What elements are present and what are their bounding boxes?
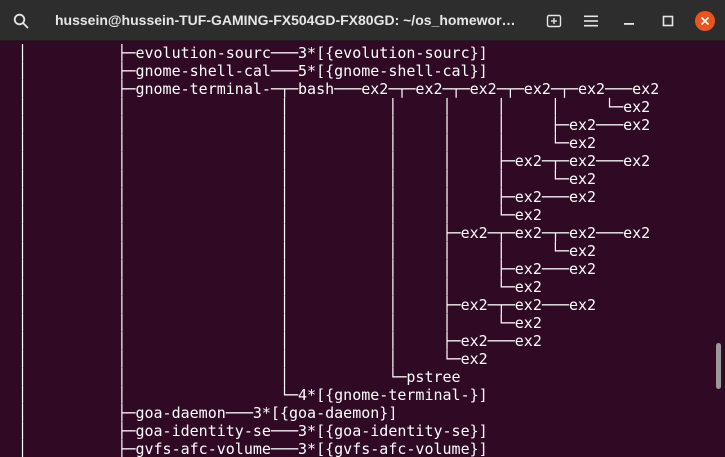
terminal-line: │ │ │ │ ├─ex2─┬─ex2───ex2 [0, 296, 597, 314]
maximize-icon [662, 15, 674, 26]
menu-button[interactable] [572, 0, 610, 41]
terminal-line: │ │ │ │ │ │ └─ex2 [0, 242, 597, 260]
title-bar: hussein@hussein-TUF-GAMING-FX504GD-FX80G… [0, 0, 725, 41]
minimize-icon [624, 22, 634, 25]
terminal-line: │ │ │ │ └─ex2 [0, 350, 488, 368]
terminal-line: │ │ │ │ │ │ │ └─ex2 [0, 98, 651, 116]
new-tab-button[interactable] [535, 0, 573, 41]
terminal-line: │ │ │ │ │ ├─ex2───ex2 [0, 260, 597, 278]
search-button[interactable] [2, 0, 40, 41]
terminal-line: │ │ └─4*[{gnome-terminal-}] [0, 386, 488, 404]
terminal-line: │ │ │ │ │ ├─ex2─┬─ex2───ex2 [0, 152, 651, 170]
terminal-line: │ │ │ │ │ │ └─ex2 [0, 134, 597, 152]
terminal-output[interactable]: │ ├─evolution-sourc───3*[{evolution-sour… [0, 41, 712, 457]
terminal-line: │ │ │ │ │ ├─ex2───ex2 [0, 188, 597, 206]
terminal-line: │ │ │ │ │ └─ex2 [0, 206, 542, 224]
terminal-line: │ │ │ │ ├─ex2───ex2 [0, 332, 542, 350]
terminal-line: │ ├─goa-identity-se───3*[{goa-identity-s… [0, 422, 488, 440]
hamburger-menu-icon [584, 15, 598, 26]
terminal-window: hussein@hussein-TUF-GAMING-FX504GD-FX80G… [0, 0, 725, 457]
close-icon [700, 16, 710, 25]
terminal-line: │ ├─gvfs-afc-volume───3*[{gvfs-afc-volum… [0, 440, 488, 457]
terminal-line: │ ├─evolution-sourc───3*[{evolution-sour… [0, 44, 488, 62]
terminal-line: │ │ │ │ │ └─ex2 [0, 278, 542, 296]
terminal-line: │ │ │ │ ├─ex2─┬─ex2─┬─ex2───ex2 [0, 224, 651, 242]
terminal-line: │ ├─gnome-shell-cal───5*[{gnome-shell-ca… [0, 62, 488, 80]
terminal-line: │ │ │ │ │ │ ├─ex2───ex2 [0, 116, 651, 134]
window-title: hussein@hussein-TUF-GAMING-FX504GD-FX80G… [55, 12, 516, 28]
minimize-button[interactable] [610, 0, 648, 41]
maximize-button[interactable] [649, 0, 687, 41]
close-button[interactable] [686, 0, 724, 41]
scrollbar[interactable] [712, 41, 725, 457]
search-icon [13, 13, 29, 28]
terminal-line: │ │ │ │ │ │ └─ex2 [0, 170, 597, 188]
terminal-line: │ ├─gnome-terminal-─┬─bash───ex2─┬─ex2─┬… [0, 80, 660, 98]
terminal-line: │ ├─goa-daemon───3*[{goa-daemon}] [0, 404, 398, 422]
new-tab-icon [546, 14, 562, 27]
close-button-circle [695, 10, 715, 31]
scrollbar-thumb[interactable] [716, 343, 721, 389]
terminal-line: │ │ │ │ │ └─ex2 [0, 314, 542, 332]
terminal-line: │ │ │ └─pstree [0, 368, 461, 386]
